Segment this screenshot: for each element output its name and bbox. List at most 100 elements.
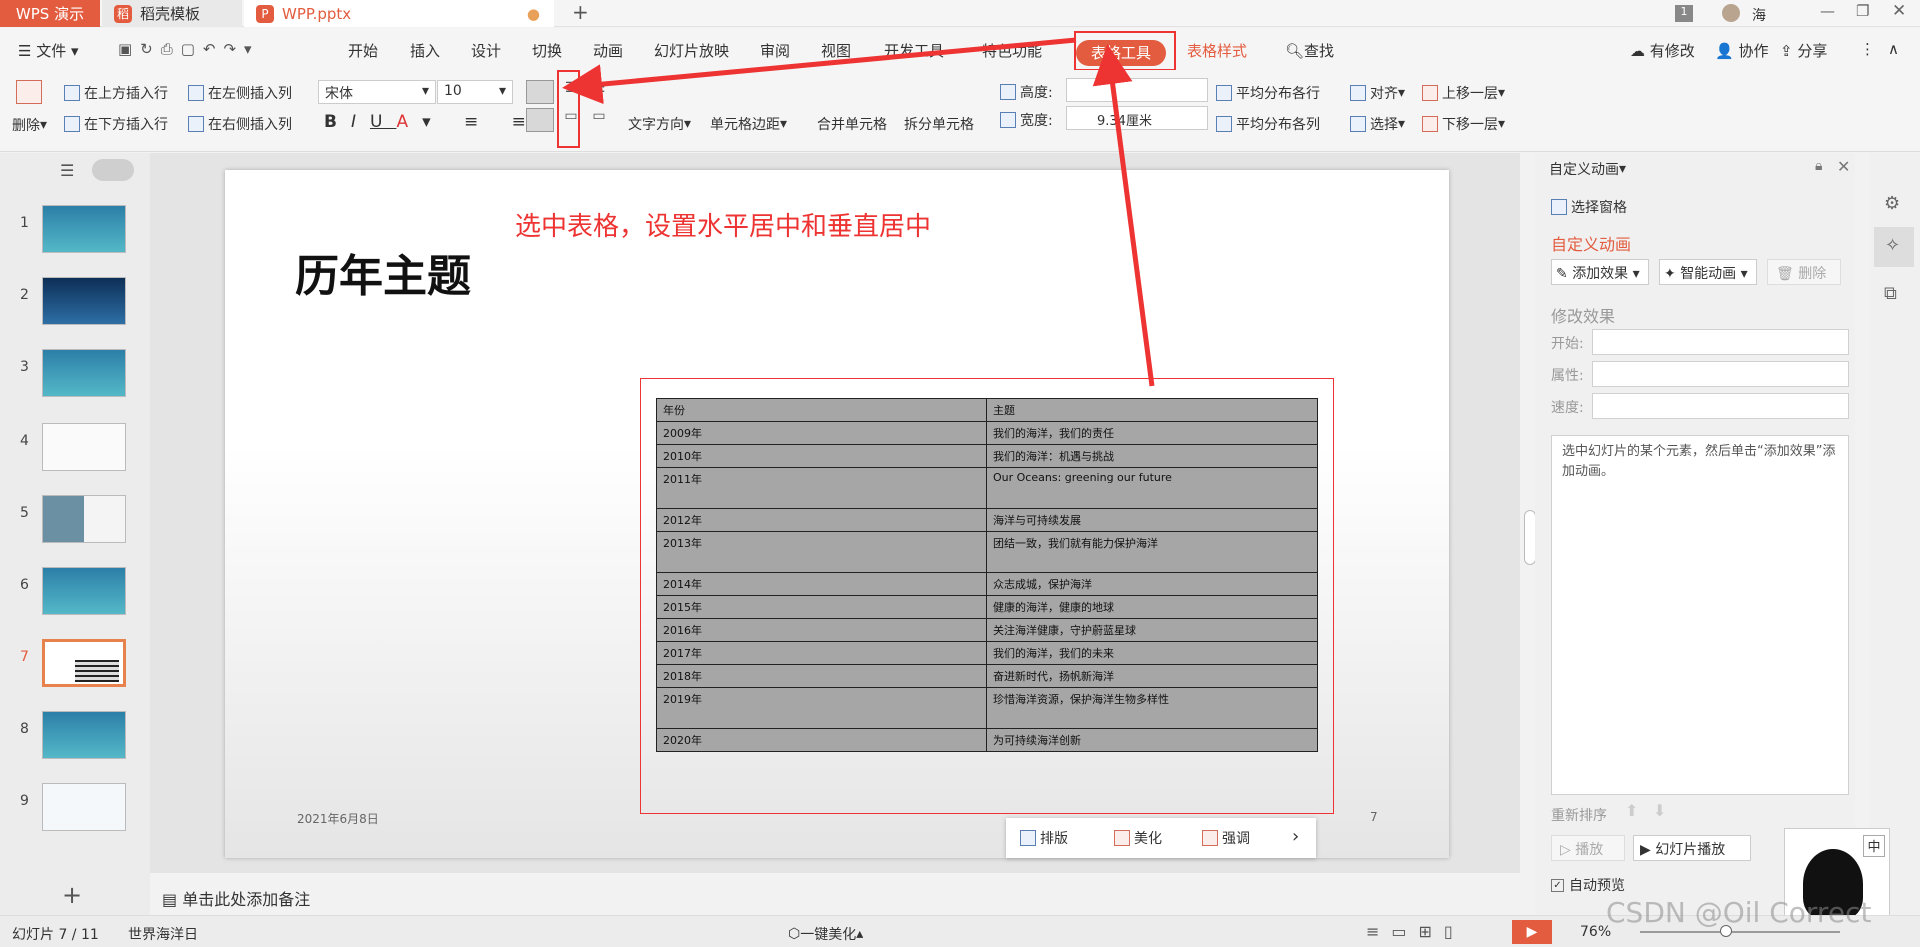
menu-design[interactable]: 设计: [471, 40, 501, 61]
app-tab[interactable]: WPS 演示: [0, 0, 100, 27]
share-button[interactable]: ⇪ 分享: [1780, 40, 1827, 61]
slide-thumb-3[interactable]: [42, 349, 126, 397]
layout-button[interactable]: 排版: [1020, 828, 1068, 848]
split-cells-button[interactable]: 拆分单元格: [904, 114, 974, 134]
year-cell[interactable]: 2019年: [656, 687, 987, 729]
theme-cell[interactable]: Our Oceans: greening our future: [986, 467, 1318, 509]
merge-cells-button[interactable]: 合并单元格: [817, 114, 887, 134]
add-effect-button[interactable]: ✎ 添加效果 ▾: [1551, 259, 1649, 285]
year-cell[interactable]: 2017年: [656, 641, 987, 665]
theme-cell[interactable]: 主题: [986, 398, 1318, 422]
year-cell[interactable]: 2012年: [656, 508, 987, 532]
theme-cell[interactable]: 海洋与可持续发展: [986, 508, 1318, 532]
add-slide-button[interactable]: +: [62, 881, 82, 909]
more-icon[interactable]: ⋮: [1860, 40, 1875, 58]
quick-access-icons[interactable]: ▣↻⎙▢↶↷▾: [118, 40, 260, 58]
cell-margin-button[interactable]: 单元格边距 ▾: [710, 114, 787, 134]
insert-left-button[interactable]: 在左侧插入列: [188, 83, 292, 103]
table-row[interactable]: 年份 主题: [656, 398, 1318, 422]
slide-title[interactable]: 历年主题: [295, 240, 471, 304]
table-row[interactable]: 2016年 关注海洋健康，守护蔚蓝星球: [656, 618, 1318, 642]
slide-thumb-2[interactable]: [42, 277, 126, 325]
slide-thumb-4[interactable]: [42, 423, 126, 471]
menu-review[interactable]: 审阅: [760, 40, 790, 61]
theme-cell[interactable]: 健康的海洋，健康的地球: [986, 595, 1318, 619]
align-objects-button[interactable]: 对齐 ▾: [1350, 83, 1405, 103]
table-selection[interactable]: 年份 主题 2009年 我们的海洋，我们的责任 2010年 我们的海洋：机遇与挑战 2011…: [640, 378, 1334, 814]
slide-thumb-9[interactable]: [42, 783, 126, 831]
menu-transition[interactable]: 切换: [532, 40, 562, 61]
year-cell[interactable]: 2009年: [656, 421, 987, 445]
menu-animation[interactable]: 动画: [593, 40, 623, 61]
year-cell[interactable]: 2011年: [656, 467, 987, 509]
text-direction-button[interactable]: 文字方向 ▾: [628, 114, 691, 134]
delete-animation-button[interactable]: 🗑︎ 删除: [1767, 259, 1841, 285]
year-cell[interactable]: 2020年: [656, 728, 987, 752]
theme-cell[interactable]: 奋进新时代，扬帆新海洋: [986, 664, 1318, 688]
table-row[interactable]: 2015年 健康的海洋，健康的地球: [656, 595, 1318, 619]
speed-select[interactable]: [1592, 393, 1849, 419]
ime-indicator[interactable]: 中: [1863, 835, 1885, 857]
collab-button[interactable]: 👤 协作: [1715, 40, 1768, 61]
animation-icon[interactable]: ✧: [1874, 227, 1914, 267]
tab-wpp[interactable]: P WPP.pptx ●: [244, 0, 554, 27]
panel-header[interactable]: 自定义动画 ▾: [1549, 159, 1626, 179]
distribute-cols-button[interactable]: 平均分布各列: [1216, 114, 1320, 134]
insert-right-button[interactable]: 在右侧插入列: [188, 114, 292, 134]
search-button[interactable]: 🔍︎查找: [1285, 40, 1334, 61]
settings-icon[interactable]: ⚙: [1884, 193, 1900, 214]
theme-cell[interactable]: 团结一致，我们就有能力保护海洋: [986, 531, 1318, 573]
slide-view-toggle[interactable]: [92, 159, 134, 181]
year-cell[interactable]: 2016年: [656, 618, 987, 642]
width-field[interactable]: 9.34厘米: [1066, 106, 1208, 130]
menu-view[interactable]: 视图: [821, 40, 851, 61]
play-slideshow-icon[interactable]: ▶: [1512, 920, 1552, 944]
close-icon[interactable]: ✕: [1892, 1, 1906, 21]
menu-table-style[interactable]: 表格样式: [1187, 40, 1247, 61]
emphasis-button[interactable]: 强调: [1202, 828, 1250, 848]
align-left-icon[interactable]: [526, 80, 554, 104]
height-field[interactable]: [1066, 78, 1208, 102]
menu-table-tools[interactable]: 表格工具: [1076, 40, 1166, 66]
select-pane-button[interactable]: 选择窗格: [1551, 197, 1627, 217]
slide-thumb-6[interactable]: [42, 567, 126, 615]
year-cell[interactable]: 2013年: [656, 531, 987, 573]
slide-thumb-7[interactable]: [42, 639, 126, 687]
new-tab-button[interactable]: +: [572, 0, 589, 24]
property-select[interactable]: [1592, 361, 1849, 387]
outline-view-icon[interactable]: ☰: [60, 161, 74, 180]
menu-insert[interactable]: 插入: [410, 40, 440, 61]
table-row[interactable]: 2013年 团结一致，我们就有能力保护海洋: [656, 531, 1318, 573]
theme-cell[interactable]: 关注海洋健康，守护蔚蓝星球: [986, 618, 1318, 642]
year-cell[interactable]: 年份: [656, 398, 987, 422]
insert-above-button[interactable]: 在上方插入行: [64, 83, 168, 103]
view-buttons[interactable]: ≡▭⊞▯: [1366, 922, 1465, 941]
insert-below-button[interactable]: 在下方插入行: [64, 114, 168, 134]
year-cell[interactable]: 2014年: [656, 572, 987, 596]
year-cell[interactable]: 2015年: [656, 595, 987, 619]
lock-icon[interactable]: 🔒︎: [1815, 158, 1822, 174]
play-button[interactable]: ▷ 播放: [1551, 835, 1625, 861]
slideshow-button[interactable]: ▶ 幻灯片播放: [1633, 835, 1751, 861]
align-bottom-icon[interactable]: ▭: [588, 108, 610, 132]
one-click-beautify[interactable]: ⬡ 一键美化 ▴: [788, 924, 863, 944]
smart-animation-button[interactable]: ✦ 智能动画 ▾: [1659, 259, 1757, 285]
year-cell[interactable]: 2010年: [656, 444, 987, 468]
chevron-right-icon[interactable]: ›: [1292, 826, 1299, 847]
restore-icon[interactable]: ❐: [1856, 2, 1869, 20]
text-format-buttons[interactable]: B I U A ▾ ≡ ≡: [324, 112, 540, 132]
window-badge[interactable]: 1: [1675, 5, 1693, 22]
theme-cell[interactable]: 众志成城，保护海洋: [986, 572, 1318, 596]
move-up-icon[interactable]: ⬆: [1625, 801, 1638, 820]
table-insert-icon[interactable]: [16, 80, 46, 104]
theme-cell[interactable]: 我们的海洋，我们的责任: [986, 421, 1318, 445]
theme-cell[interactable]: 我们的海洋：机遇与挑战: [986, 444, 1318, 468]
menu-home[interactable]: 开始: [348, 40, 378, 61]
table-row[interactable]: 2009年 我们的海洋，我们的责任: [656, 421, 1318, 445]
year-cell[interactable]: 2018年: [656, 664, 987, 688]
select-button[interactable]: 选择 ▾: [1350, 114, 1405, 134]
slide-thumb-8[interactable]: [42, 711, 126, 759]
modified-button[interactable]: ☁ 有修改: [1630, 40, 1695, 61]
table-row[interactable]: 2017年 我们的海洋，我们的未来: [656, 641, 1318, 665]
table-row[interactable]: 2011年 Our Oceans: greening our future: [656, 467, 1318, 509]
